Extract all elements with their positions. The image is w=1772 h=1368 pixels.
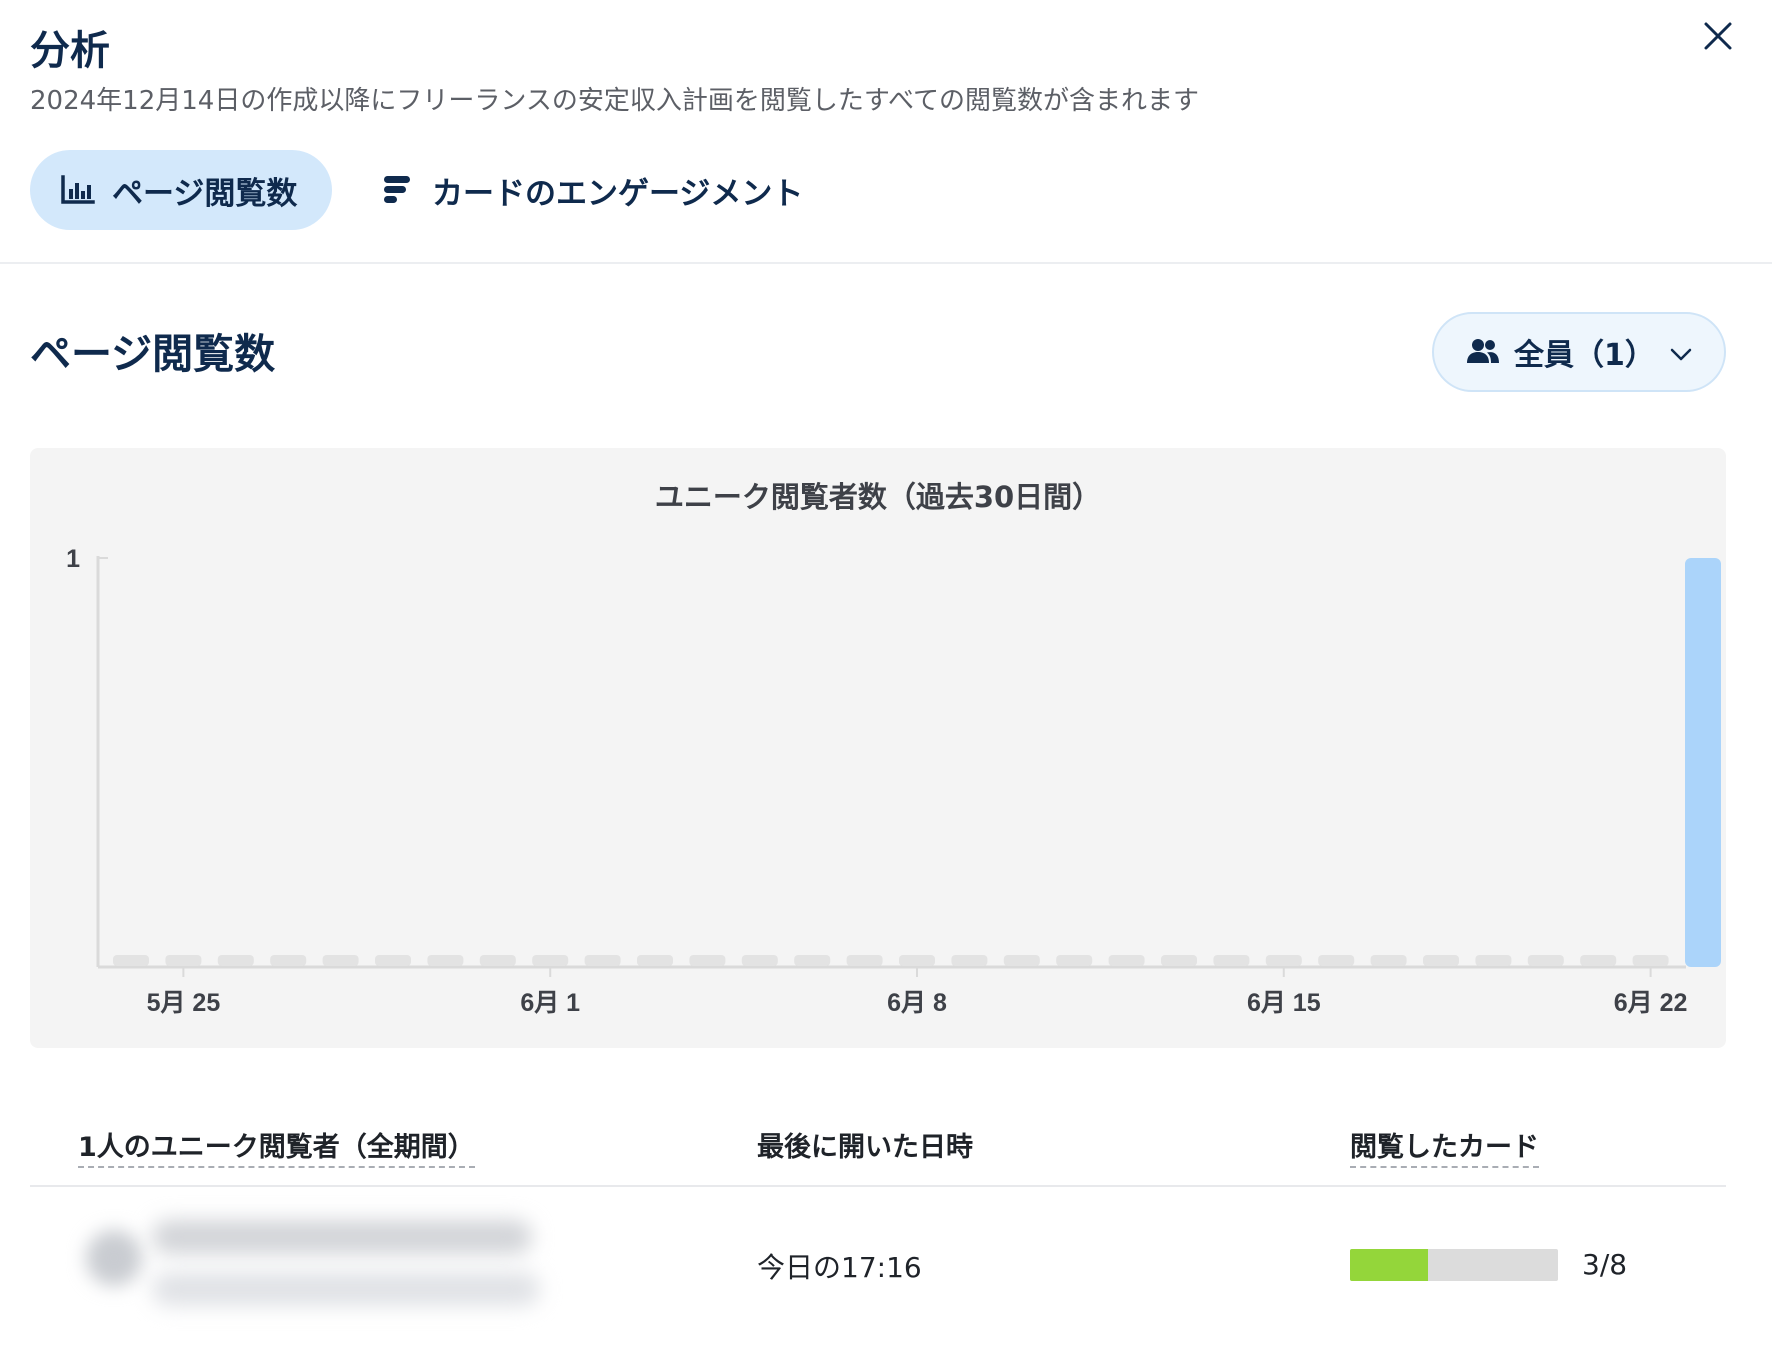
chart-bar-zero bbox=[1580, 955, 1617, 966]
viewer-email-redacted bbox=[152, 1272, 540, 1306]
header-unique-viewers[interactable]: 1人のユニーク閲覧者（全期間） bbox=[78, 1125, 475, 1168]
x-tick-label: 5月 25 bbox=[147, 989, 221, 1017]
chevron-down-icon bbox=[1670, 348, 1692, 361]
audience-filter-label: 全員（1） bbox=[1514, 338, 1655, 373]
cards-viewed-progress-bar bbox=[1350, 1249, 1558, 1281]
chart-bar-zero bbox=[1475, 955, 1512, 966]
chart-bar-zero bbox=[322, 955, 359, 966]
avatar bbox=[86, 1230, 142, 1286]
cards-viewed-count: 3/8 bbox=[1582, 1248, 1628, 1281]
chart-bar-zero bbox=[1632, 955, 1669, 966]
chart-bar-zero bbox=[375, 955, 411, 966]
chart-bar-zero bbox=[427, 955, 464, 966]
tab-page-views-label: ページ閲覧数 bbox=[112, 175, 298, 212]
chart-bar-zero bbox=[1161, 955, 1197, 966]
analytics-header: 分析 2024年12月14日の作成以降にフリーランスの安定収入計画を閲覧したすべ… bbox=[0, 0, 1772, 264]
chart-bar-zero bbox=[1056, 955, 1093, 966]
viewer-identity-blurred[interactable] bbox=[80, 1210, 550, 1320]
chart-bar-zero bbox=[741, 955, 778, 966]
chart-bar-zero bbox=[1265, 955, 1302, 966]
x-tick-label: 6月 15 bbox=[1247, 989, 1321, 1017]
chart-bar-zero bbox=[1370, 955, 1407, 966]
cards-viewed-progress-fill bbox=[1350, 1249, 1428, 1281]
chart-bar-zero bbox=[846, 955, 883, 966]
tab-page-views[interactable]: ページ閲覧数 bbox=[30, 150, 332, 230]
chart-bar-zero bbox=[899, 955, 935, 966]
chart-bar-zero bbox=[689, 955, 726, 966]
chart-canvas: 1 5月 25 6月 1 6月 8 6月 15 6月 22 bbox=[66, 545, 1721, 1017]
chart-bar-zero bbox=[584, 955, 621, 966]
close-button[interactable] bbox=[1696, 14, 1740, 58]
bar-chart-icon bbox=[60, 172, 96, 208]
header-cards-viewed[interactable]: 閲覧したカード bbox=[1350, 1125, 1539, 1168]
chart-bar-zero bbox=[1108, 955, 1145, 966]
unique-viewers-chart: ユニーク閲覧者数（過去30日間） 1 5月 25 6月 1 6月 8 6月 15 6月 2… bbox=[30, 448, 1726, 1048]
chart-bar-zero bbox=[1527, 955, 1564, 966]
chart-bar-zero bbox=[165, 955, 202, 966]
card-list-icon bbox=[380, 172, 416, 208]
close-icon bbox=[1704, 22, 1732, 50]
chart-bar-zero bbox=[217, 955, 254, 966]
tab-card-engagement-label: カードのエンゲージメント bbox=[432, 175, 804, 212]
panel-title: 分析 bbox=[30, 28, 110, 74]
chart-bar-zero bbox=[794, 955, 831, 966]
chart-bar-zero bbox=[1318, 955, 1355, 966]
chart-bar-zero bbox=[270, 955, 307, 966]
x-tick-label: 6月 1 bbox=[520, 989, 580, 1017]
chart-bar-zero bbox=[479, 955, 516, 966]
table-divider bbox=[30, 1185, 1726, 1187]
chart-bar-zero bbox=[637, 955, 673, 966]
chart-bar-zero bbox=[1213, 955, 1250, 966]
section-title: ページ閲覧数 bbox=[30, 330, 276, 378]
panel-subtitle: 2024年12月14日の作成以降にフリーランスの安定収入計画を閲覧したすべての閲… bbox=[30, 86, 1199, 116]
x-tick-label: 6月 22 bbox=[1614, 989, 1688, 1017]
chart-bar bbox=[1685, 558, 1721, 967]
chart-bar-zero bbox=[113, 955, 149, 966]
people-icon bbox=[1466, 337, 1500, 367]
chart-bar-zero bbox=[1003, 955, 1040, 966]
viewer-name-redacted bbox=[152, 1220, 532, 1254]
chart-bar-zero bbox=[1423, 955, 1459, 966]
chart-bar-zero bbox=[532, 955, 569, 966]
x-tick-label: 6月 8 bbox=[887, 989, 947, 1017]
header-last-opened: 最後に開いた日時 bbox=[757, 1132, 973, 1163]
chart-bar-zero bbox=[951, 955, 988, 966]
audience-filter-dropdown[interactable]: 全員（1） bbox=[1432, 312, 1726, 392]
last-opened-value: 今日の17:16 bbox=[757, 1251, 922, 1284]
y-tick-label: 1 bbox=[66, 545, 80, 573]
tab-card-engagement[interactable]: カードのエンゲージメント bbox=[372, 150, 832, 230]
